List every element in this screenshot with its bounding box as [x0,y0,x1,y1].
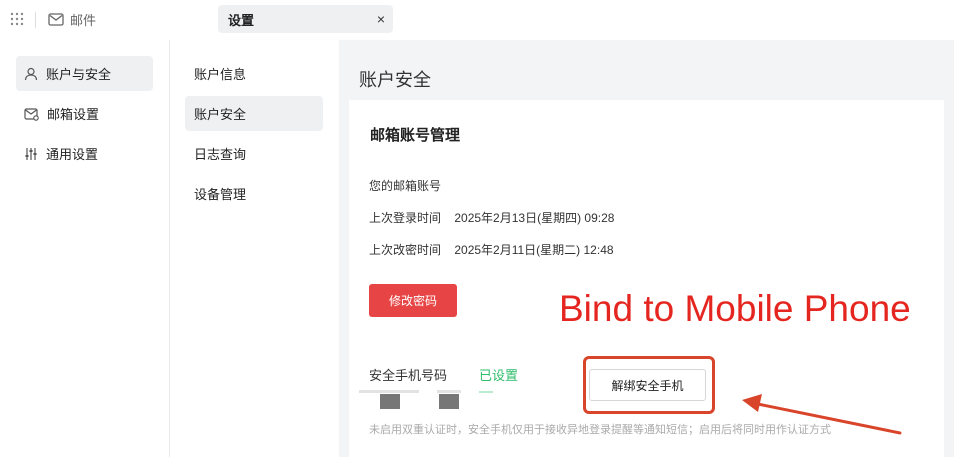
subnav-item-device-management[interactable]: 设备管理 [185,176,323,211]
mail-tab-label: 邮件 [70,13,97,28]
apps-grid-icon[interactable] [10,12,24,26]
email-label: 您的邮箱账号 [369,179,442,193]
last-password-change-value: 2025年2月11日(星期二) 12:48 [454,243,614,257]
mailbox-settings-icon [24,107,39,121]
annotation-text: Bind to Mobile Phone [559,288,911,329]
last-password-change-row: 上次改密时间 2025年2月11日(星期二) 12:48 [369,241,614,258]
section-title: 邮箱账号管理 [370,127,461,144]
security-phone-status: 已设置 [479,368,519,383]
masked-phone-line [437,390,461,393]
subnav-item-account-info[interactable]: 账户信息 [185,56,323,91]
sliders-icon [25,147,37,160]
envelope-icon [48,13,64,26]
sidebar-item-mailbox-settings[interactable]: 邮箱设置 [16,96,153,131]
status-underline [479,391,493,393]
topbar-divider [35,12,36,28]
page-title: 账户安全 [359,70,431,90]
mail-tab[interactable]: 邮件 [48,10,96,29]
redaction-block [439,394,459,409]
sidebar-item-label: 通用设置 [46,147,99,162]
change-password-button[interactable]: 修改密码 [369,284,457,317]
sidebar-item-label: 邮箱设置 [47,107,100,122]
sidebar-item-general-settings[interactable]: 通用设置 [16,136,153,171]
subnav-item-account-security[interactable]: 账户安全 [185,96,323,131]
subnav: 账户信息 账户安全 日志查询 设备管理 [170,40,339,457]
redaction-block [380,394,400,409]
sidebar: 账户与安全 邮箱设置 通用设置 [0,40,170,457]
top-bar: 邮件 设置 × [0,0,954,40]
tab-settings-label: 设置 [228,12,255,28]
email-row: 您的邮箱账号 [369,177,451,194]
last-password-change-label: 上次改密时间 [369,243,442,257]
subnav-item-log-query[interactable]: 日志查询 [185,136,323,171]
annotation-arrow-icon [742,394,902,435]
unbind-security-phone-button[interactable]: 解绑安全手机 [589,369,706,401]
subnav-item-label: 账户安全 [194,107,247,122]
last-login-value: 2025年2月13日(星期四) 09:28 [454,211,615,225]
tab-settings[interactable]: 设置 × [218,5,393,33]
last-login-label: 上次登录时间 [369,211,442,225]
sidebar-item-label: 账户与安全 [46,67,112,82]
subnav-item-label: 账户信息 [194,67,247,82]
subnav-item-label: 日志查询 [194,147,247,162]
sidebar-item-account-security[interactable]: 账户与安全 [16,56,153,91]
security-phone-label: 安全手机号码 [369,368,448,383]
user-icon [24,67,38,80]
subnav-item-label: 设备管理 [194,187,247,202]
close-icon[interactable]: × [377,11,385,27]
last-login-row: 上次登录时间 2025年2月13日(星期四) 09:28 [369,209,614,226]
masked-phone-line [359,390,419,393]
